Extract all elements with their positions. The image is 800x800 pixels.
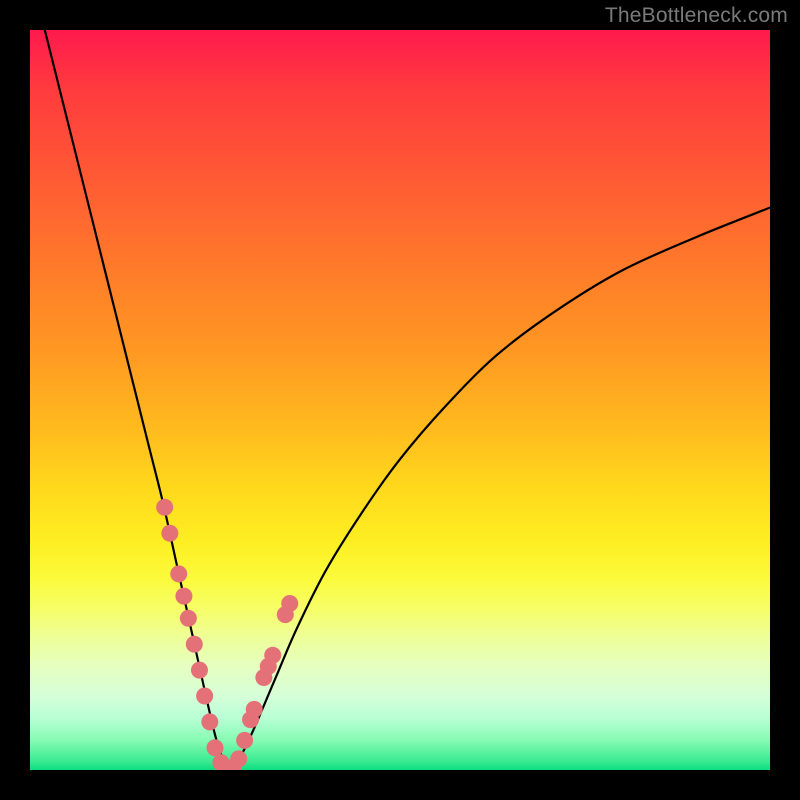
sample-dot (170, 565, 187, 582)
sample-dot (180, 610, 197, 627)
sample-dot (186, 636, 203, 653)
sample-dot (201, 713, 218, 730)
chart-svg (30, 30, 770, 770)
watermark-text: TheBottleneck.com (605, 4, 788, 28)
sample-dot (191, 662, 208, 679)
sample-dot (161, 525, 178, 542)
bottleneck-curve (45, 30, 770, 770)
sample-dot (230, 750, 247, 767)
sample-dot (156, 499, 173, 516)
sample-dot (264, 647, 281, 664)
sample-dots-group (156, 499, 298, 770)
sample-dot (196, 688, 213, 705)
chart-frame: TheBottleneck.com (0, 0, 800, 800)
sample-dot (281, 595, 298, 612)
sample-dot (207, 739, 224, 756)
plot-area (30, 30, 770, 770)
sample-dot (246, 701, 263, 718)
sample-dot (236, 732, 253, 749)
sample-dot (175, 588, 192, 605)
